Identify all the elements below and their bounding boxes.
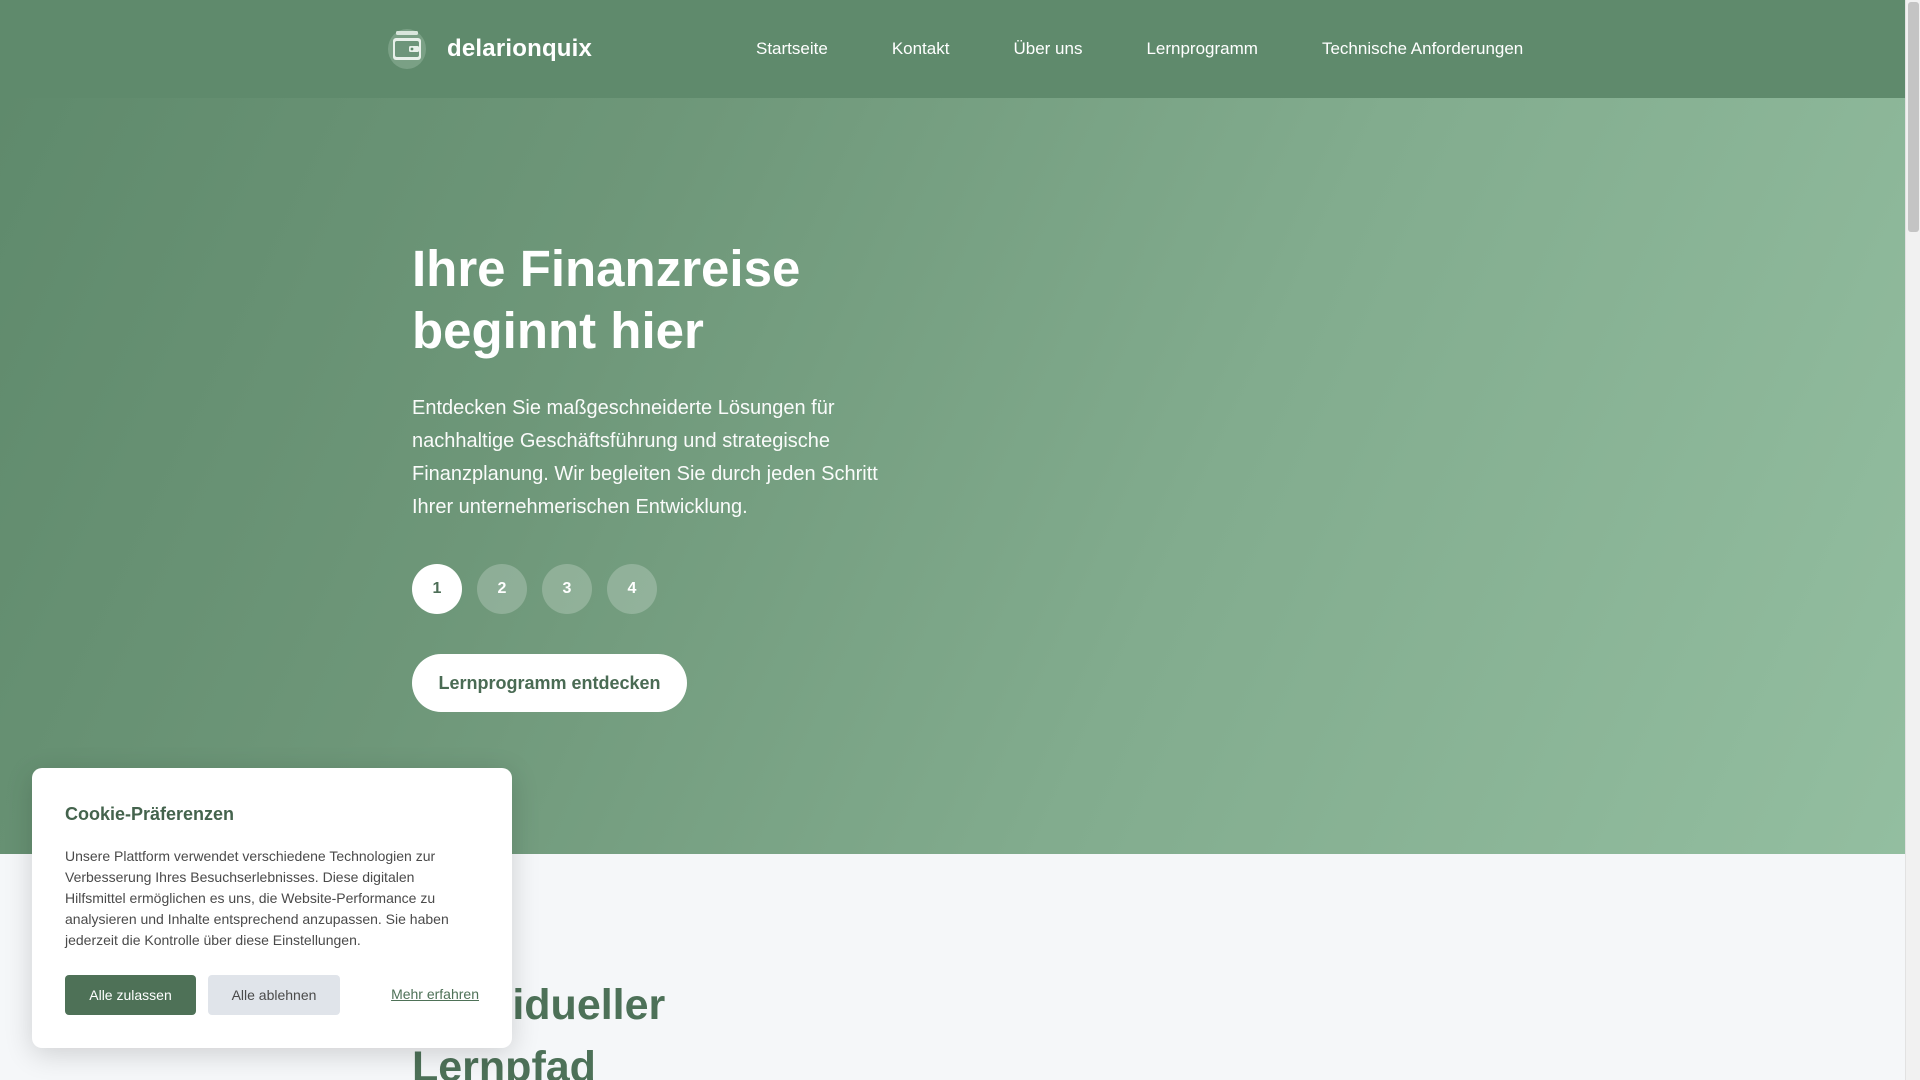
nav-startseite[interactable]: Startseite xyxy=(756,39,828,59)
nav-lernprogramm[interactable]: Lernprogramm xyxy=(1146,39,1258,59)
decline-all-button[interactable]: Alle ablehnen xyxy=(208,975,340,1015)
step-indicator: 1 2 3 4 xyxy=(412,564,912,614)
nav-kontakt[interactable]: Kontakt xyxy=(892,39,950,59)
cookie-banner: Cookie-Präferenzen Unsere Plattform verw… xyxy=(32,768,512,1048)
cookie-text: Unsere Plattform verwendet verschiedene … xyxy=(65,848,449,948)
nav-technische-anforderungen[interactable]: Technische Anforderungen xyxy=(1322,39,1523,59)
step-1-button[interactable]: 1 xyxy=(412,564,462,614)
scrollbar-thumb[interactable] xyxy=(1908,2,1919,232)
hero-content: Ihre Finanzreise beginnt hier Entdecken … xyxy=(412,238,912,712)
wallet-icon xyxy=(387,28,427,70)
explore-program-button[interactable]: Lernprogramm entdecken xyxy=(412,654,687,712)
nav-ueber-uns[interactable]: Über uns xyxy=(1013,39,1082,59)
brand-logo[interactable]: delarionquix xyxy=(387,28,592,70)
main-nav: Startseite Kontakt Über uns Lernprogramm… xyxy=(756,0,1523,98)
page-scrollbar[interactable] xyxy=(1905,0,1920,1080)
cookie-actions: Alle zulassen Alle ablehnen Mehr erfahre… xyxy=(65,975,479,1015)
step-3-button[interactable]: 3 xyxy=(542,564,592,614)
step-2-button[interactable]: 2 xyxy=(477,564,527,614)
site-header: delarionquix Startseite Kontakt Über uns… xyxy=(0,0,1905,98)
step-4-button[interactable]: 4 xyxy=(607,564,657,614)
accept-all-button[interactable]: Alle zulassen xyxy=(65,975,196,1015)
hero-section: Ihre Finanzreise beginnt hier Entdecken … xyxy=(0,98,1905,854)
cookie-title: Cookie-Präferenzen xyxy=(65,804,235,824)
hero-title: Ihre Finanzreise beginnt hier xyxy=(412,240,801,359)
learn-more-link[interactable]: Mehr erfahren xyxy=(391,986,479,1002)
hero-description: Entdecken Sie maßgeschneiderte Lösungen … xyxy=(412,397,878,518)
brand-name: delarionquix xyxy=(447,35,593,62)
